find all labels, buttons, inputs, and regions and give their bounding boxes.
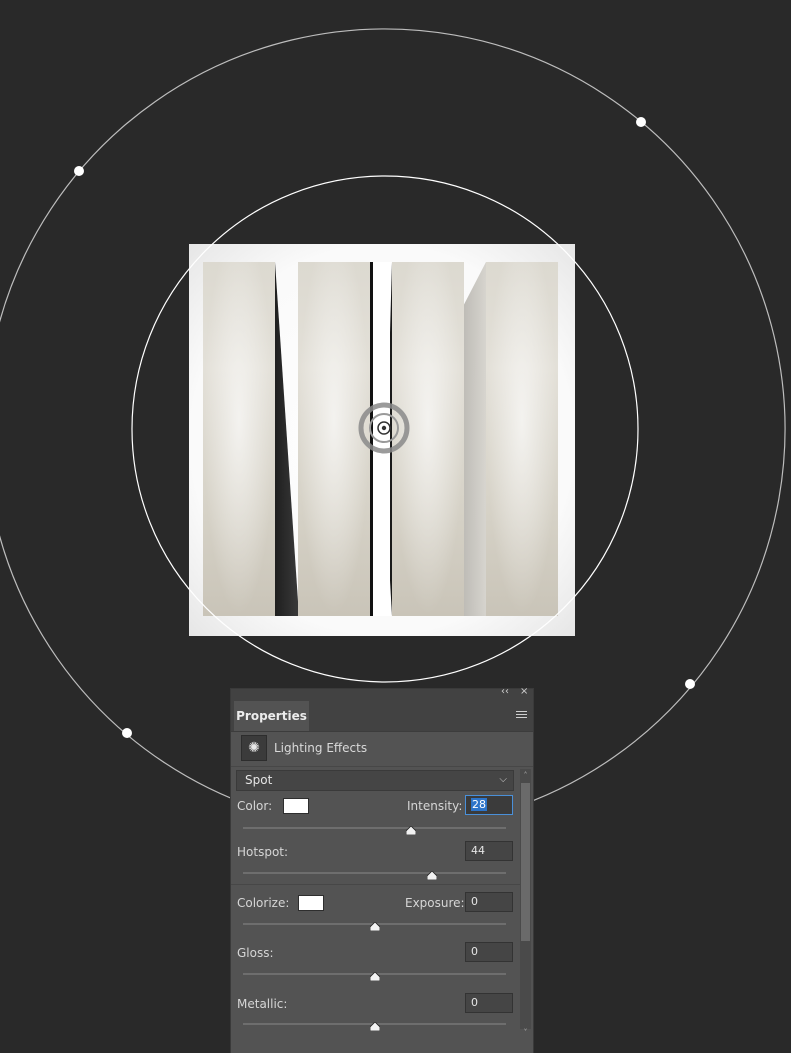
hotspot-label: Hotspot: xyxy=(237,845,289,859)
properties-panel: ‹‹ × Properties ✺ Lighting Effects Spot … xyxy=(230,686,534,1053)
chevron-down-icon: ⌵ xyxy=(499,774,507,785)
effect-header: ✺ Lighting Effects xyxy=(231,732,533,767)
exposure-slider-thumb[interactable] xyxy=(369,922,380,931)
hotspot-slider-thumb[interactable] xyxy=(427,871,438,880)
gloss-label: Gloss: xyxy=(237,946,274,960)
colorize-swatch[interactable] xyxy=(298,895,324,911)
tab-bar: Properties xyxy=(231,701,533,732)
color-label: Color: xyxy=(237,799,273,813)
gloss-slider-thumb[interactable] xyxy=(369,972,380,981)
lighting-effects-icon: ✺ xyxy=(241,735,267,761)
scroll-down-icon[interactable]: ˅ xyxy=(521,1028,530,1037)
panel-menu-icon[interactable] xyxy=(516,711,527,720)
metallic-input[interactable]: 0 xyxy=(465,993,513,1013)
exposure-input[interactable]: 0 xyxy=(465,892,513,912)
spot-handle-top-left[interactable] xyxy=(74,166,84,176)
scroll-up-icon[interactable]: ˄ xyxy=(521,771,530,780)
intensity-slider-track[interactable] xyxy=(243,827,506,829)
intensity-ring-icon[interactable] xyxy=(358,402,410,454)
effect-name: Lighting Effects xyxy=(274,741,368,755)
metallic-label: Metallic: xyxy=(237,997,288,1011)
spot-handle-bottom-left[interactable] xyxy=(122,728,132,738)
intensity-slider-thumb[interactable] xyxy=(406,826,417,835)
tab-properties[interactable]: Properties xyxy=(234,701,309,731)
spot-handle-top-right[interactable] xyxy=(636,117,646,127)
intensity-value: 28 xyxy=(471,798,487,811)
colorize-label: Colorize: xyxy=(237,896,290,910)
scrollbar-thumb[interactable] xyxy=(521,783,530,941)
intensity-label: Intensity: xyxy=(407,799,463,813)
intensity-input[interactable]: 28 xyxy=(465,795,513,815)
hotspot-slider-track[interactable] xyxy=(243,872,506,874)
hotspot-input[interactable]: 44 xyxy=(465,841,513,861)
section-divider xyxy=(231,884,521,885)
collapse-icon[interactable]: ‹‹ xyxy=(501,686,509,697)
close-icon[interactable]: × xyxy=(520,686,528,697)
light-type-select[interactable]: Spot ⌵ xyxy=(236,770,514,791)
spot-handle-bottom-right[interactable] xyxy=(685,679,695,689)
light-type-value: Spot xyxy=(245,773,273,787)
gloss-input[interactable]: 0 xyxy=(465,942,513,962)
light-color-swatch[interactable] xyxy=(283,798,309,814)
exposure-label: Exposure: xyxy=(405,896,465,910)
panel-scrollbar[interactable]: ˄ ˅ xyxy=(520,769,531,1037)
metallic-slider-thumb[interactable] xyxy=(369,1022,380,1031)
panel-header-bar: ‹‹ × xyxy=(231,686,533,701)
